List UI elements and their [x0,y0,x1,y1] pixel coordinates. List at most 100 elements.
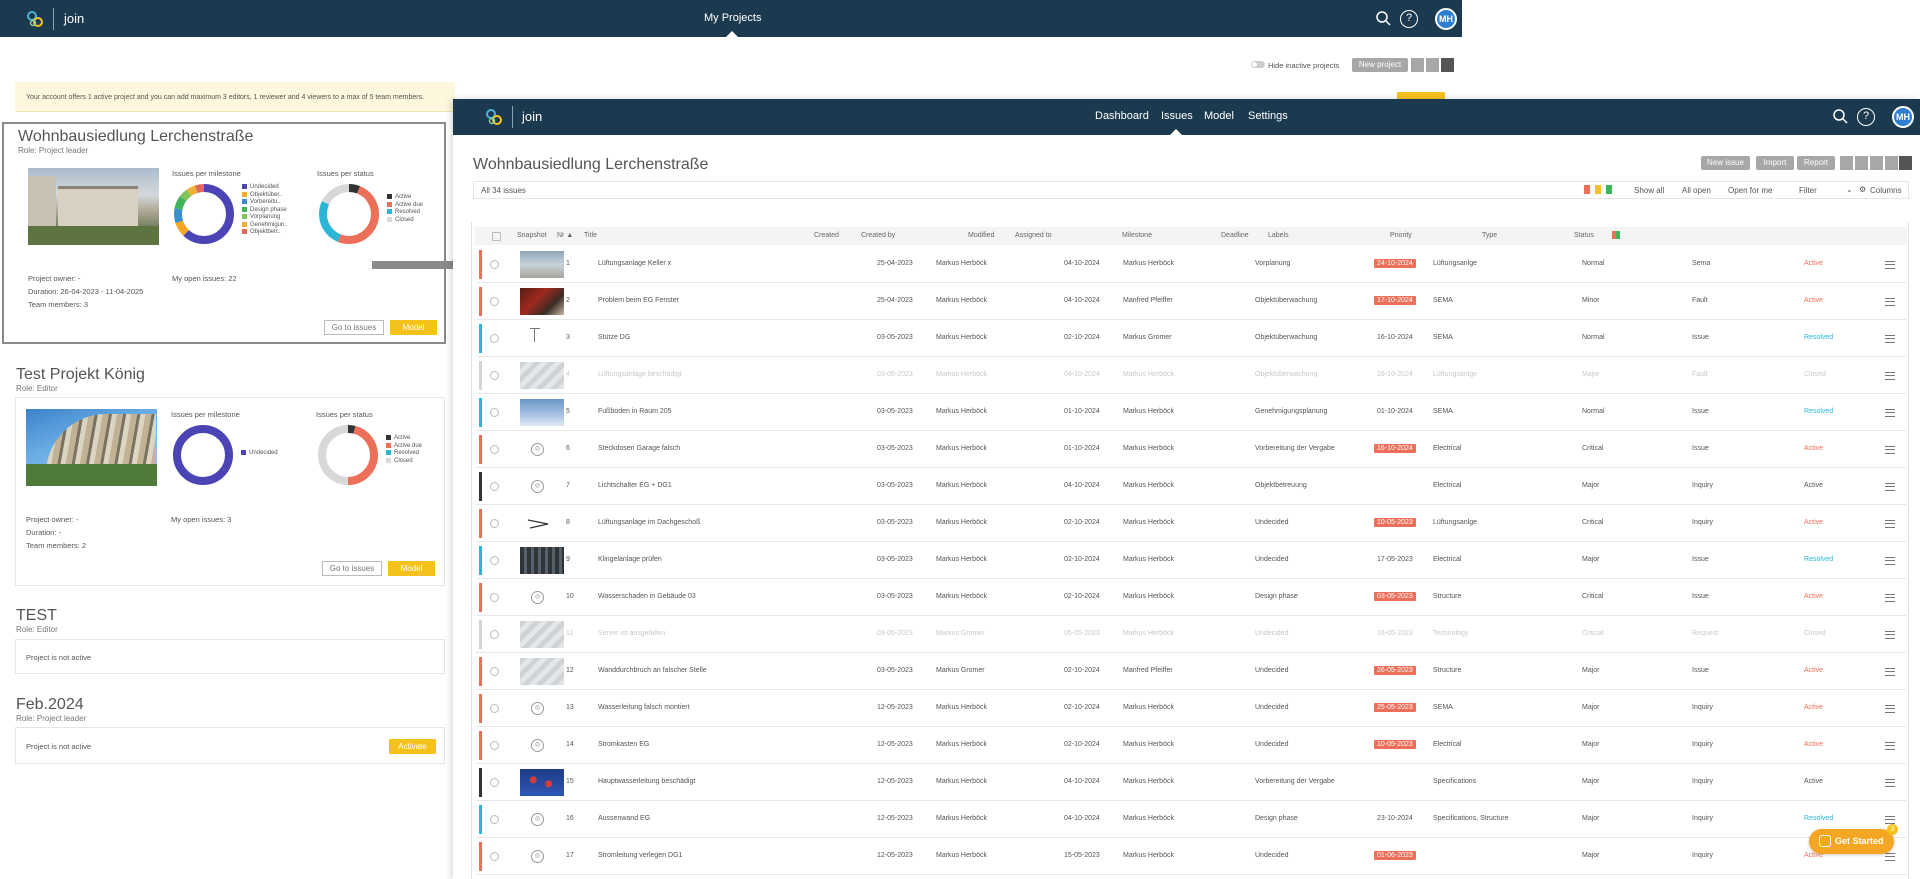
new-issue-button[interactable]: New issue [1701,156,1750,170]
snapshot-image[interactable] [520,547,564,574]
row-checkbox[interactable] [490,519,499,528]
row-checkbox[interactable] [490,667,499,676]
go-to-issues-button[interactable]: Go to issues [322,561,382,576]
row-checkbox[interactable] [490,334,499,343]
model-button[interactable]: Model [388,561,435,576]
camera-placeholder-icon[interactable]: ◎ [531,850,544,863]
row-checkbox[interactable] [490,556,499,565]
row-menu-icon[interactable] [1885,557,1895,565]
snapshot-image[interactable] [520,658,564,685]
nav-issues[interactable]: Issues [1161,110,1193,122]
help-icon[interactable]: ? [1400,10,1418,28]
header-labels[interactable]: Labels [1268,232,1289,239]
warning-view-icon[interactable] [1840,156,1853,170]
row-menu-icon[interactable] [1885,483,1895,491]
table-row[interactable]: 2 Problem beim EG Fenster 25-04-2023 Markus… [476,283,1906,320]
project-card-wohnbausiedlung[interactable]: Wohnbausiedlung Lerchenstraße Role: Proj… [2,122,446,344]
snapshot-image[interactable] [520,251,564,278]
issue-title[interactable]: Hauptwasserleitung beschädigt [598,778,695,785]
table-row[interactable]: 11 Server ist ausgefallen 03-05-2023 Markus… [476,616,1906,653]
issue-title[interactable]: Fußboden in Raum 205 [598,408,672,415]
project-title-test[interactable]: TEST [16,607,57,625]
header-created[interactable]: Created [814,232,839,239]
header-deadline[interactable]: Deadline [1221,232,1249,239]
document-view-icon[interactable] [1870,156,1883,170]
camera-placeholder-icon[interactable]: ◎ [531,739,544,752]
chevron-down-icon[interactable]: ⌄ [1846,185,1853,194]
row-checkbox[interactable] [490,260,499,269]
green-bookmark-icon[interactable] [1606,185,1612,194]
snapshot-image[interactable] [520,325,564,352]
row-checkbox[interactable] [490,297,499,306]
project-card-feb2024[interactable]: Project is not active Activate [15,727,445,764]
row-checkbox[interactable] [490,778,499,787]
row-checkbox[interactable] [490,852,499,861]
issue-title[interactable]: Steckdosen Garage falsch [598,445,680,452]
red-bookmark-icon[interactable] [1584,185,1590,194]
help-icon[interactable]: ? [1857,108,1875,126]
header-type[interactable]: Type [1482,232,1497,239]
snapshot-image[interactable] [520,769,564,796]
table-row[interactable]: 15 Hauptwasserleitung beschädigt 12-05-202… [476,764,1906,801]
row-checkbox[interactable] [490,630,499,639]
nav-dashboard[interactable]: Dashboard [1095,110,1149,122]
table-row[interactable]: ◎ 13 Wasserleitung falsch montiert 12-05-20… [476,690,1906,727]
camera-placeholder-icon[interactable]: ◎ [531,443,544,456]
header-title[interactable]: Title [584,232,597,239]
row-menu-icon[interactable] [1885,409,1895,417]
project-card-test-projekt-konig[interactable]: Issues per milestone Undecided Issues pe… [15,397,445,586]
snapshot-image[interactable] [520,621,564,648]
snapshot-image[interactable] [520,399,564,426]
table-row[interactable]: 4 Lüftungsanlage beschädigt 03-05-2023 Mark… [476,357,1906,394]
row-menu-icon[interactable] [1885,520,1895,528]
row-checkbox[interactable] [490,741,499,750]
row-checkbox[interactable] [490,593,499,602]
chart-view-icon[interactable] [1855,156,1868,170]
snapshot-image[interactable] [520,288,564,315]
row-checkbox[interactable] [490,482,499,491]
import-button[interactable]: Import [1756,156,1794,170]
join-logo-icon[interactable] [24,8,46,30]
camera-placeholder-icon[interactable]: ◎ [531,480,544,493]
row-menu-icon[interactable] [1885,298,1895,306]
table-row[interactable]: ◎ 17 Stromleitung verlegen DG1 12-05-2023 Ma… [476,838,1906,875]
row-menu-icon[interactable] [1885,594,1895,602]
report-button[interactable]: Report [1797,156,1835,170]
list-view-icon[interactable] [1899,156,1912,170]
activate-button[interactable]: Activate [389,739,436,754]
row-checkbox[interactable] [490,815,499,824]
join-logo-icon[interactable] [483,106,505,128]
issue-title[interactable]: Lüftungsanlage Keller x [598,260,671,267]
grid-view-icon[interactable] [1885,156,1898,170]
issue-title[interactable]: Stütze DG [598,334,630,341]
sketch-snapshot-image[interactable] [520,514,560,534]
gear-icon[interactable]: ⚙ [1859,185,1866,194]
nav-my-projects[interactable]: My Projects [704,12,761,24]
row-menu-icon[interactable] [1885,261,1895,269]
show-all-filter[interactable]: Show all [1634,186,1664,195]
project-title-test-projekt-konig[interactable]: Test Projekt König [16,366,145,384]
header-snapshot[interactable]: Snapshot [517,232,547,239]
table-row[interactable]: ◎ 10 Wasserschaden in Gebäude 03 03-05-2023… [476,579,1906,616]
header-priority[interactable]: Priority [1390,232,1412,239]
row-checkbox[interactable] [490,445,499,454]
table-row[interactable]: ◎ 16 Aussenwand EG 12-05-2023 Markus Herböck… [476,801,1906,838]
row-menu-icon[interactable] [1885,816,1895,824]
row-menu-icon[interactable] [1885,853,1895,861]
row-menu-icon[interactable] [1885,372,1895,380]
view-list-icon[interactable] [1441,58,1454,72]
view-chart-icon[interactable] [1411,58,1424,72]
table-row[interactable]: ◎ 14 Stromkasten EG 12-05-2023 Markus Herböc… [476,727,1906,764]
header-assigned-to[interactable]: Assigned to [1015,232,1052,239]
row-checkbox[interactable] [490,704,499,713]
filter-dropdown[interactable]: Filter [1799,186,1817,195]
get-started-button[interactable]: Get Started [1809,829,1894,854]
yellow-bookmark-icon[interactable] [1595,185,1601,194]
header-modified[interactable]: Modified [968,232,994,239]
row-menu-icon[interactable] [1885,668,1895,676]
snapshot-image[interactable] [520,362,564,389]
row-menu-icon[interactable] [1885,631,1895,639]
row-menu-icon[interactable] [1885,779,1895,787]
table-row[interactable]: ◎ 7 Lichtschalter EG + DG1 03-05-2023 Markus… [476,468,1906,505]
issue-title[interactable]: Problem beim EG Fenster [598,297,679,304]
